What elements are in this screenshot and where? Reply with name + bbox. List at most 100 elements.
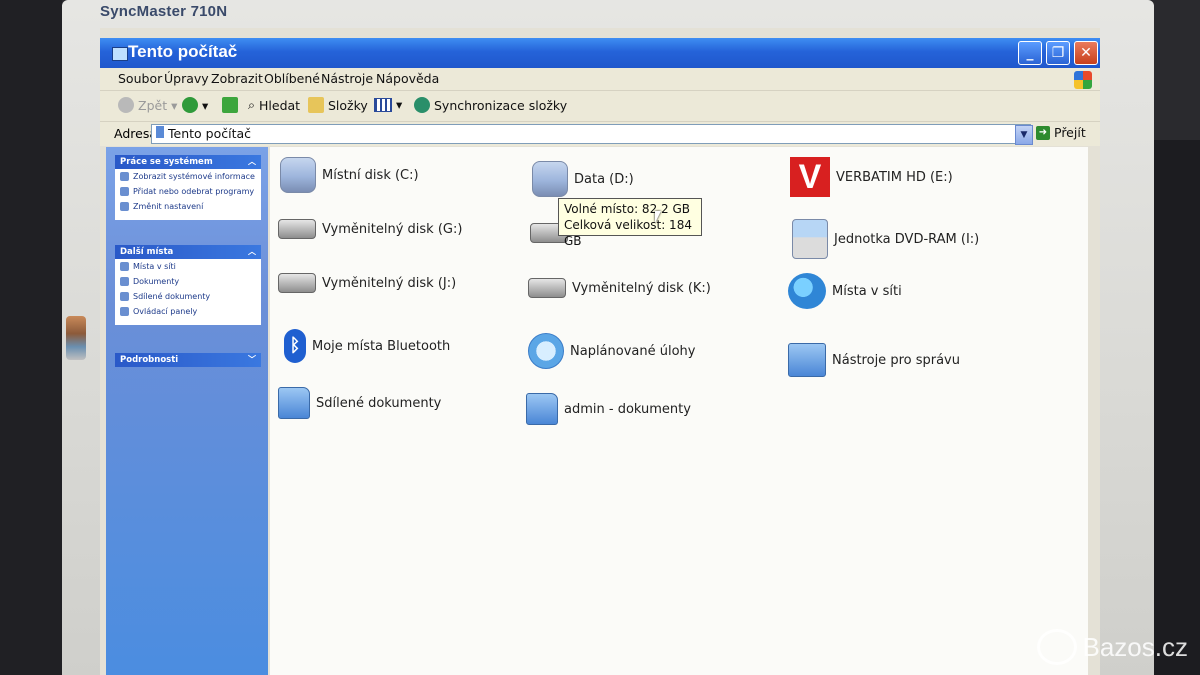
- folder-icon: [308, 97, 324, 113]
- dvd-drive-icon: [792, 219, 828, 259]
- task-item[interactable]: Zobrazit systémové informace: [115, 169, 261, 184]
- verbatim-drive-icon: V: [790, 157, 830, 197]
- place-item[interactable]: Sdílené dokumenty: [115, 289, 261, 304]
- bluetooth-places[interactable]: ᛒ Moje místa Bluetooth: [284, 329, 450, 363]
- admin-tools[interactable]: Nástroje pro správu: [788, 343, 960, 377]
- documents-icon: [120, 277, 129, 286]
- scheduled-tasks[interactable]: Naplánované úlohy: [528, 333, 695, 369]
- place-item[interactable]: Ovládací panely: [115, 304, 261, 319]
- system-tasks-header[interactable]: Práce se systémem ︿: [115, 155, 261, 169]
- background-right: [1150, 140, 1200, 675]
- place-item[interactable]: Místa v síti: [115, 259, 261, 274]
- other-places-header[interactable]: Další místa ︿: [115, 245, 261, 259]
- sync-icon: [414, 97, 430, 113]
- task-item[interactable]: Změnit nastavení: [115, 199, 261, 214]
- watermark-text: Bazos.cz: [1082, 631, 1189, 662]
- search-label: Hledat: [259, 97, 301, 113]
- item-label: admin - dokumenty: [564, 401, 691, 417]
- tooltip-total-size: Celková velikost: 184 GB: [564, 218, 692, 248]
- place-label: Sdílené dokumenty: [133, 292, 211, 301]
- control-panel-icon: [120, 307, 129, 316]
- admin-tools-icon: [788, 343, 826, 377]
- folders-button[interactable]: Složky: [308, 97, 368, 113]
- item-label: Místní disk (C:): [322, 167, 419, 183]
- watermark: Bazos.cz: [1036, 629, 1189, 665]
- computer-icon: [156, 126, 164, 138]
- menu-favorites[interactable]: Oblíbené: [264, 71, 320, 86]
- folder-icon: [526, 393, 558, 425]
- shared-documents[interactable]: Sdílené dokumenty: [278, 387, 441, 419]
- windows-logo-icon: [1074, 71, 1092, 89]
- window-title: Tento počítač: [128, 42, 238, 61]
- address-dropdown-button[interactable]: ▼: [1015, 125, 1033, 145]
- menu-edit[interactable]: Úpravy: [164, 71, 209, 86]
- item-label: Jednotka DVD-RAM (I:): [834, 231, 980, 247]
- go-button[interactable]: ➜ Přejít: [1036, 125, 1086, 140]
- shared-documents-icon: [120, 292, 129, 301]
- views-button[interactable]: ▾: [374, 97, 402, 112]
- item-label: Místa v síti: [832, 283, 902, 299]
- folder-up-icon: [222, 97, 238, 113]
- menu-help[interactable]: Nápověda: [376, 71, 439, 86]
- up-button[interactable]: [222, 97, 238, 113]
- panel-title: Podrobnosti: [120, 355, 179, 365]
- chevron-down-icon: ▾: [396, 97, 403, 112]
- system-tasks-panel: Práce se systémem ︿ Zobrazit systémové i…: [115, 155, 261, 220]
- address-input[interactable]: Tento počítač: [151, 124, 1031, 144]
- item-label: Naplánované úlohy: [570, 343, 696, 359]
- address-bar: Adresa Tento počítač ▼ ➜ Přejít: [100, 121, 1100, 146]
- back-button[interactable]: Zpět ▾: [118, 97, 177, 113]
- drive-g[interactable]: Vyměnitelný disk (G:): [278, 219, 462, 239]
- drive-e[interactable]: V VERBATIM HD (E:): [790, 157, 953, 197]
- bluetooth-icon: ᛒ: [284, 329, 306, 363]
- hard-disk-icon: [280, 157, 316, 193]
- forward-arrow-icon: [182, 97, 198, 113]
- back-label: Zpět: [138, 97, 168, 113]
- settings-icon: [120, 202, 129, 211]
- menu-file[interactable]: Soubor: [118, 71, 162, 86]
- sync-label: Synchronizace složky: [434, 97, 568, 113]
- drive-c[interactable]: Místní disk (C:): [280, 157, 419, 193]
- menu-view[interactable]: Zobrazit: [211, 71, 263, 86]
- go-label: Přejít: [1054, 125, 1086, 140]
- minimize-button[interactable]: _: [1018, 41, 1042, 65]
- tooltip-free-space: Volné místo: 82,2 GB: [564, 202, 690, 216]
- menu-tools[interactable]: Nástroje: [321, 71, 373, 86]
- hard-disk-icon: [532, 161, 568, 197]
- menu-bar: Soubor Úpravy Zobrazit Oblíbené Nástroje…: [100, 68, 1100, 90]
- forward-button[interactable]: ▾: [182, 97, 208, 113]
- item-label: Nástroje pro správu: [832, 352, 960, 368]
- item-label: VERBATIM HD (E:): [836, 169, 953, 185]
- place-item[interactable]: Dokumenty: [115, 274, 261, 289]
- drive-j[interactable]: Vyměnitelný disk (J:): [278, 273, 456, 293]
- title-bar[interactable]: Tento počítač _ ❐ ✕: [100, 38, 1100, 68]
- panel-title: Práce se systémem: [120, 157, 213, 167]
- item-label: Moje místa Bluetooth: [312, 338, 451, 354]
- item-label: Sdílené dokumenty: [316, 395, 442, 411]
- search-button[interactable]: ⌕ Hledat: [248, 97, 300, 113]
- collapse-icon: ︿: [248, 247, 256, 256]
- search-icon: ⌕: [248, 97, 256, 112]
- place-label: Ovládací panely: [133, 307, 198, 316]
- drive-k[interactable]: Vyměnitelný disk (K:): [528, 278, 711, 298]
- programs-icon: [120, 187, 129, 196]
- address-value: Tento počítač: [168, 126, 252, 141]
- sync-button[interactable]: Synchronizace složky: [414, 97, 567, 113]
- place-label: Dokumenty: [133, 277, 180, 286]
- task-item[interactable]: Přidat nebo odebrat programy: [115, 184, 261, 199]
- admin-documents[interactable]: admin - dokumenty: [526, 393, 691, 425]
- network-icon: [120, 262, 129, 271]
- desktop-icon[interactable]: [66, 316, 86, 360]
- removable-disk-icon: [528, 278, 566, 298]
- drive-d[interactable]: Data (D:): [532, 161, 634, 197]
- details-panel: Podrobnosti ﹀: [115, 353, 261, 367]
- maximize-button[interactable]: ❐: [1046, 41, 1070, 65]
- drive-i[interactable]: Jednotka DVD-RAM (I:): [792, 219, 979, 259]
- close-button[interactable]: ✕: [1074, 41, 1098, 65]
- network-places[interactable]: Místa v síti: [788, 273, 902, 309]
- item-label: Vyměnitelný disk (G:): [322, 221, 463, 237]
- info-icon: [120, 172, 129, 181]
- details-header[interactable]: Podrobnosti ﹀: [115, 353, 261, 367]
- item-label: Vyměnitelný disk (K:): [572, 280, 711, 296]
- go-arrow-icon: ➜: [1036, 125, 1050, 140]
